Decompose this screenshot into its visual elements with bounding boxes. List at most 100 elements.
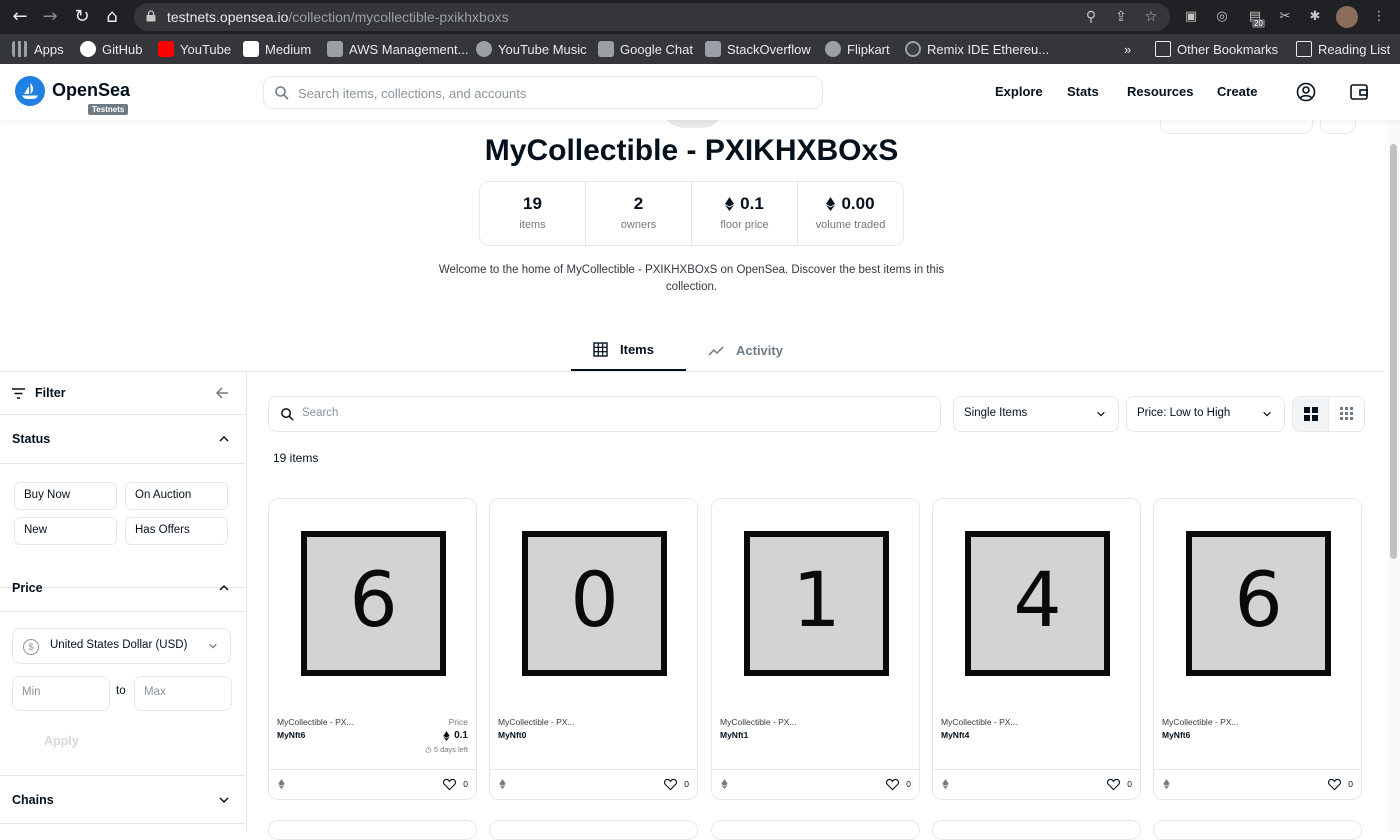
price-max-field[interactable] <box>134 676 232 711</box>
heart-icon[interactable] <box>1328 778 1341 791</box>
bookmarks-bar: Apps GitHub YouTube Medium AWS Managemen… <box>0 34 1400 64</box>
bookmark-star-icon[interactable]: ☆ <box>1142 8 1160 26</box>
nft-card[interactable]: 6 MyCollectible - PX... MyNft6 0 <box>1153 498 1362 800</box>
nav-stats[interactable]: Stats <box>1067 84 1099 99</box>
items-search-input[interactable] <box>302 407 902 419</box>
nft-card[interactable]: 4 MyCollectible - PX... MyNft4 0 <box>932 498 1141 800</box>
extension-icon[interactable]: ✂ <box>1276 8 1294 26</box>
nft-card-partial[interactable] <box>1153 820 1362 840</box>
currency-select[interactable]: $ United States Dollar (USD) <box>12 628 231 664</box>
arrow-left-icon[interactable] <box>216 387 229 399</box>
share-icon[interactable]: ⇪ <box>1112 8 1130 26</box>
bookmarks-overflow[interactable]: » <box>1124 40 1131 58</box>
clock-icon: ◷ <box>425 745 434 754</box>
card-collection-name[interactable]: MyCollectible - PX... <box>1162 717 1239 727</box>
tab-activity[interactable]: Activity <box>708 330 783 371</box>
currency-value: United States Dollar (USD) <box>50 639 188 651</box>
card-collection-name[interactable]: MyCollectible - PX... <box>277 717 354 727</box>
extension-icon[interactable]: ▣ <box>1182 8 1200 26</box>
address-bar[interactable]: testnets.opensea.io/collection/mycollect… <box>134 3 1170 31</box>
bookmark-github[interactable]: GitHub <box>80 40 142 58</box>
nft-card[interactable]: 6 MyCollectible - PX... MyNft6 Price 0.1… <box>268 498 477 800</box>
reload-icon[interactable]: ↻ <box>70 5 94 29</box>
menu-dots-icon[interactable]: ⋮ <box>1370 8 1388 26</box>
nav-resources[interactable]: Resources <box>1127 84 1193 99</box>
nft-image: 0 <box>522 531 667 676</box>
puzzle-icon[interactable]: ✱ <box>1306 8 1324 26</box>
scrollbar-thumb[interactable] <box>1390 144 1397 559</box>
apps-grid-icon <box>12 41 28 57</box>
heart-icon[interactable] <box>886 778 899 791</box>
price-min-field[interactable] <box>12 676 110 711</box>
back-icon[interactable]: ← <box>8 5 32 29</box>
filter-header[interactable]: Filter <box>0 372 246 415</box>
apply-price-button[interactable]: Apply <box>44 734 79 748</box>
stat-label: floor price <box>720 219 769 231</box>
status-on-auction[interactable]: On Auction <box>125 482 228 510</box>
heart-icon[interactable] <box>443 778 456 791</box>
nft-card-partial[interactable] <box>711 820 920 840</box>
nft-card-partial[interactable] <box>932 820 1141 840</box>
sort-value: Price: Low to High <box>1137 407 1231 419</box>
account-icon[interactable] <box>1296 82 1316 102</box>
status-buy-now[interactable]: Buy Now <box>14 482 117 510</box>
card-collection-name[interactable]: MyCollectible - PX... <box>720 717 797 727</box>
reading-list[interactable]: Reading List <box>1296 40 1390 58</box>
extension-icon[interactable]: ◎ <box>1213 8 1231 26</box>
brand-name[interactable]: OpenSea <box>52 80 130 101</box>
items-search-field[interactable] <box>268 396 941 432</box>
bookmark-youtube[interactable]: YouTube <box>158 40 231 58</box>
tab-items[interactable]: Items <box>571 330 686 371</box>
card-footer: 0 <box>712 769 919 799</box>
stat-floor-price[interactable]: 0.1 floor price <box>692 182 798 245</box>
status-section-header[interactable]: Status <box>0 415 246 464</box>
bookmark-medium[interactable]: Medium <box>243 40 311 58</box>
bookmark-youtube-music[interactable]: YouTube Music <box>476 40 587 58</box>
nav-explore[interactable]: Explore <box>995 84 1043 99</box>
nft-card[interactable]: 1 MyCollectible - PX... MyNft1 0 <box>711 498 920 800</box>
stat-items[interactable]: 19 items <box>480 182 586 245</box>
price-section-header[interactable]: Price <box>0 564 246 612</box>
large-grid-view-button[interactable] <box>1293 397 1329 431</box>
zoom-icon[interactable]: ⚲ <box>1082 8 1100 26</box>
forward-icon[interactable]: → <box>38 5 62 29</box>
stat-volume-traded[interactable]: 0.00 volume traded <box>798 182 903 245</box>
heart-icon[interactable] <box>1107 778 1120 791</box>
status-new[interactable]: New <box>14 517 117 545</box>
dollar-icon: $ <box>23 639 39 655</box>
sort-select[interactable]: Price: Low to High <box>1126 396 1285 432</box>
global-search-input[interactable]: Search items, collections, and accounts <box>263 76 823 109</box>
bookmark-flipkart[interactable]: Flipkart <box>825 40 890 58</box>
card-price: 0.1 <box>443 730 468 741</box>
wallet-icon[interactable] <box>1349 82 1369 102</box>
profile-avatar[interactable] <box>1336 6 1358 28</box>
price-max-input[interactable] <box>144 686 224 698</box>
small-grid-view-button[interactable] <box>1329 397 1364 431</box>
browser-toolbar: ← → ↻ ⌂ testnets.opensea.io/collection/m… <box>0 0 1400 34</box>
nav-create[interactable]: Create <box>1217 84 1257 99</box>
heart-icon[interactable] <box>664 778 677 791</box>
item-type-select[interactable]: Single Items <box>953 396 1119 432</box>
opensea-logo-icon[interactable] <box>15 76 45 106</box>
other-bookmarks[interactable]: Other Bookmarks <box>1155 40 1278 58</box>
bookmark-remix[interactable]: Remix IDE Ethereu... <box>905 40 1049 58</box>
bookmark-google-chat[interactable]: Google Chat <box>598 40 693 58</box>
chains-section-header[interactable]: Chains <box>0 776 246 824</box>
price-min-input[interactable] <box>22 686 102 698</box>
nft-card[interactable]: 0 MyCollectible - PX... MyNft0 0 <box>489 498 698 800</box>
card-collection-name[interactable]: MyCollectible - PX... <box>498 717 575 727</box>
status-has-offers[interactable]: Has Offers <box>125 517 228 545</box>
bookmark-apps[interactable]: Apps <box>12 40 64 58</box>
bookmark-stackoverflow[interactable]: StackOverflow <box>705 40 811 58</box>
page-scrollbar[interactable] <box>1388 120 1400 832</box>
nft-card-partial[interactable] <box>489 820 698 840</box>
card-collection-name[interactable]: MyCollectible - PX... <box>941 717 1018 727</box>
site-header: OpenSea Testnets Search items, collectio… <box>0 64 1400 120</box>
bookmark-label: Reading List <box>1318 41 1391 57</box>
nft-digit: 4 <box>1013 555 1062 644</box>
home-icon[interactable]: ⌂ <box>100 5 124 29</box>
bookmark-label: Medium <box>265 41 312 57</box>
nft-card-partial[interactable] <box>268 820 477 840</box>
stat-owners[interactable]: 2 owners <box>586 182 692 245</box>
bookmark-aws[interactable]: AWS Management... <box>327 40 468 58</box>
